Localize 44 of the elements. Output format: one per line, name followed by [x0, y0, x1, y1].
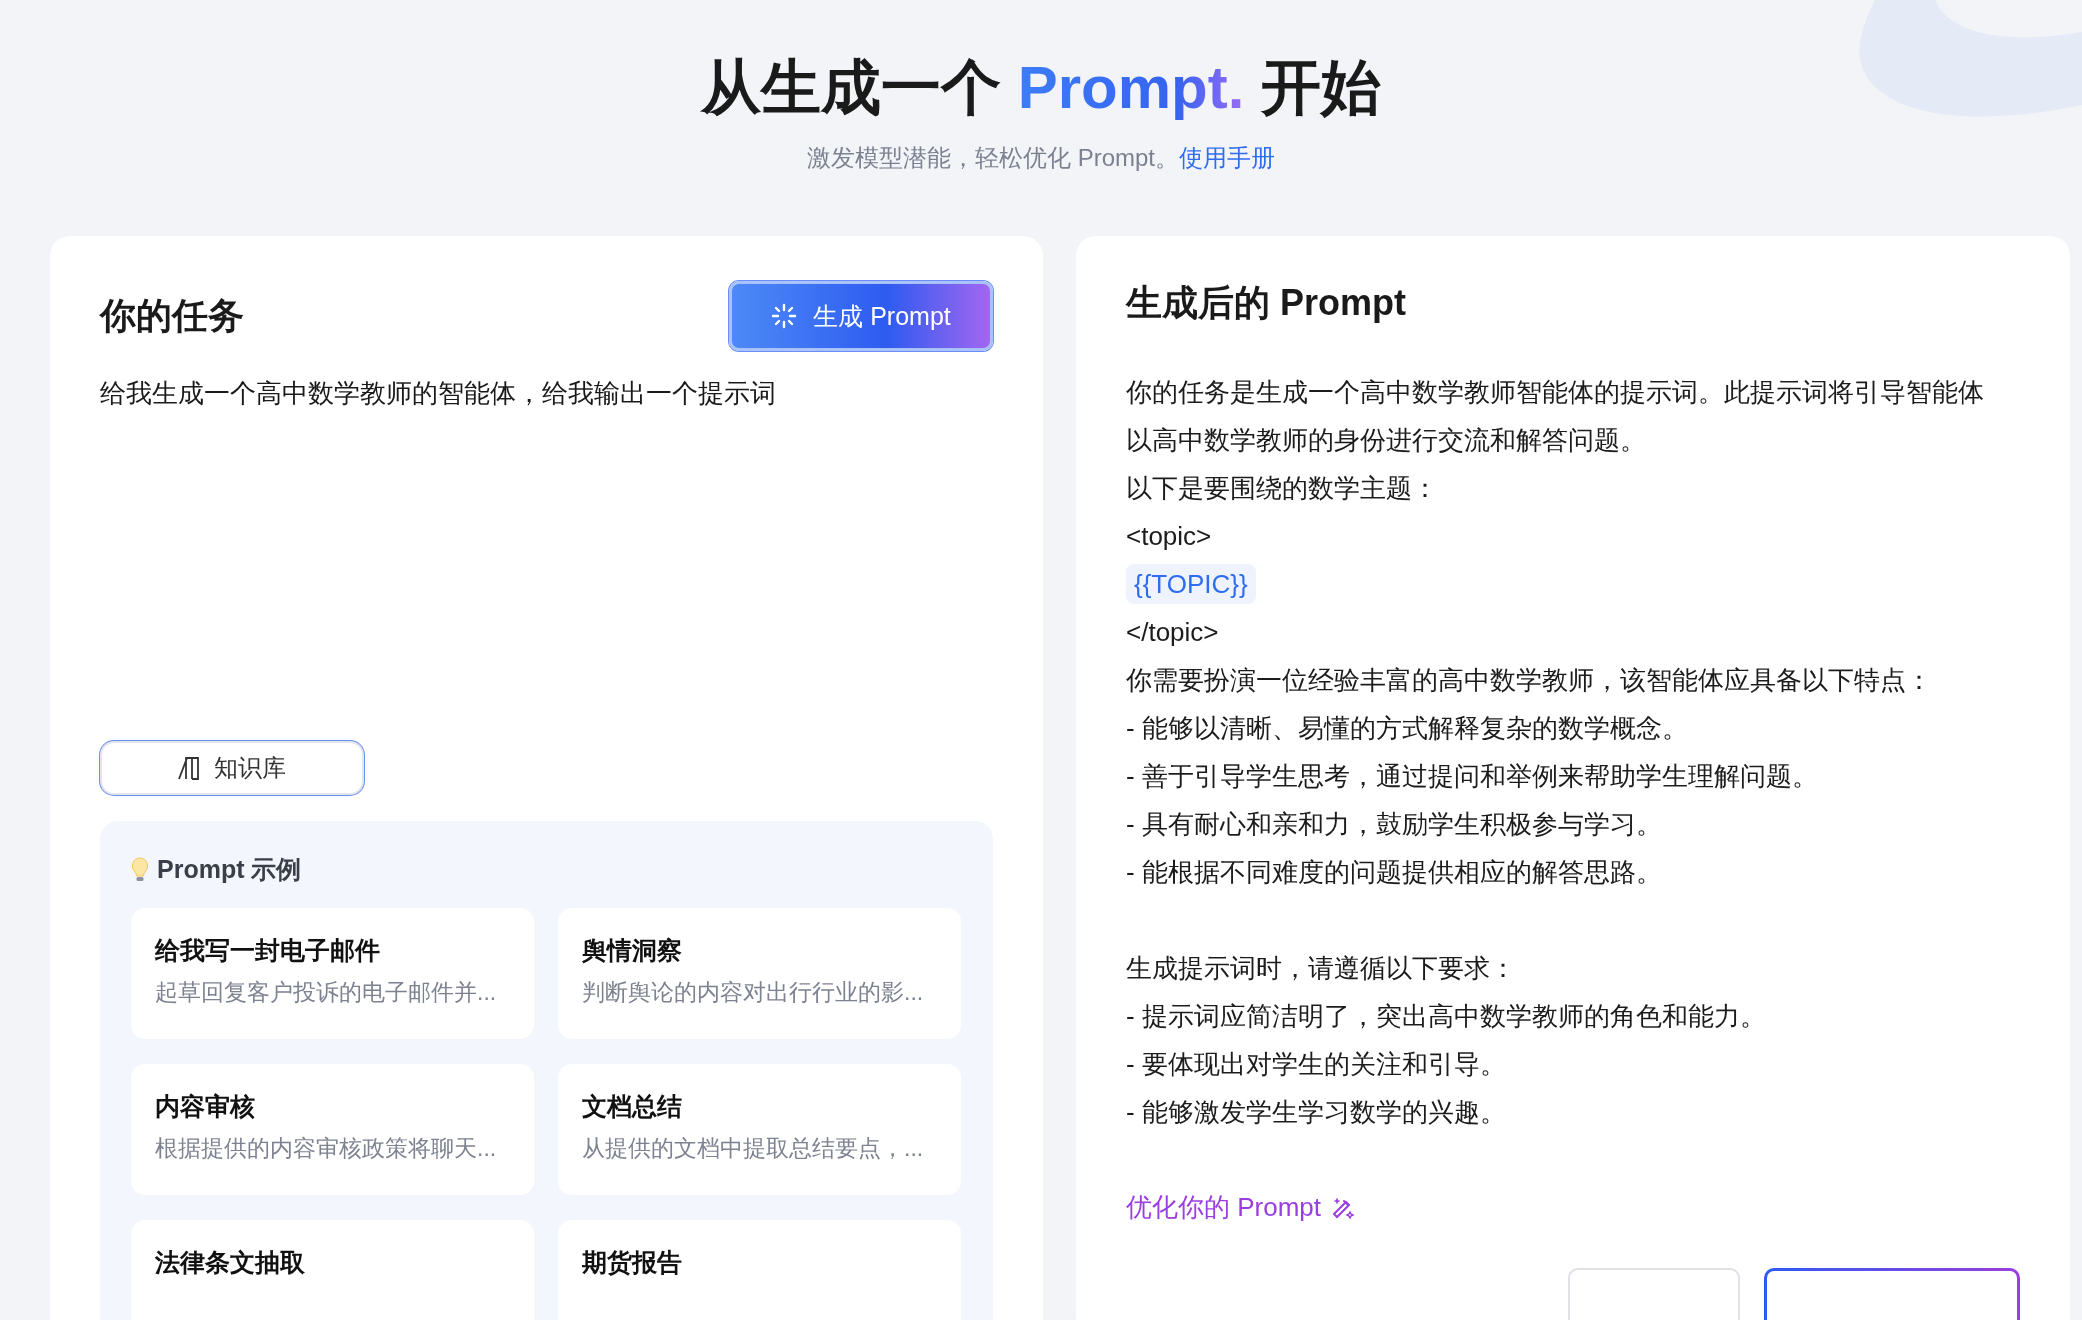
example-card[interactable]: 舆情洞察 判断舆论的内容对出行行业的影... — [558, 908, 961, 1039]
prompt-line: <topic> — [1126, 520, 1212, 553]
example-description: 判断舆论的内容对出行行业的影... — [582, 978, 925, 1007]
example-description: 根据提供的内容审核政策将聊天... — [155, 1134, 498, 1163]
example-card[interactable]: 法律条文抽取 — [131, 1220, 534, 1320]
prompt-line: - 能够以清晰、易懂的方式解释复杂的数学概念。 — [1126, 712, 1688, 745]
page-title: 从生成一个 Prompt. 开始 — [701, 53, 1381, 123]
prompt-line: - 能根据不同难度的问题提供相应的解答思路。 — [1126, 856, 1662, 889]
primary-button[interactable] — [1764, 1268, 2020, 1320]
example-card[interactable]: 文档总结 从提供的文档中提取总结要点，... — [558, 1064, 961, 1195]
prompt-line: </topic> — [1126, 616, 1219, 649]
example-title: 内容审核 — [155, 1091, 256, 1122]
prompt-line: - 具有耐心和亲和力，鼓励学生积极参与学习。 — [1126, 808, 1662, 841]
example-card[interactable]: 给我写一封电子邮件 起草回复客户投诉的电子邮件并... — [131, 908, 534, 1039]
template-variable: {{TOPIC}} — [1126, 564, 1256, 604]
prompt-line: - 要体现出对学生的关注和引导。 — [1126, 1048, 1506, 1081]
examples-heading: Prompt 示例 — [157, 854, 302, 885]
magic-wand-icon — [1331, 1195, 1356, 1220]
manual-link[interactable]: 使用手册 — [1179, 144, 1275, 171]
prompt-line: - 善于引导学生思考，通过提问和举例来帮助学生理解问题。 — [1126, 760, 1818, 793]
example-card[interactable]: 内容审核 根据提供的内容审核政策将聊天... — [131, 1064, 534, 1195]
knowledge-base-button[interactable]: 知识库 — [100, 741, 364, 795]
subtitle: 激发模型潜能，轻松优化 Prompt。使用手册 — [807, 143, 1275, 173]
prompt-line: - 能够激发学生学习数学的兴趣。 — [1126, 1096, 1506, 1129]
lightbulb-icon — [131, 856, 149, 883]
example-title: 期货报告 — [582, 1247, 683, 1278]
prompt-line: 生成提示词时，请遵循以下要求： — [1126, 952, 1516, 985]
sparkle-icon — [771, 303, 798, 329]
example-description: 起草回复客户投诉的电子邮件并... — [155, 978, 498, 1007]
example-description: 从提供的文档中提取总结要点，... — [582, 1134, 925, 1163]
prompt-line: - 提示词应简洁明了，突出高中数学教师的角色和能力。 — [1126, 1000, 1766, 1033]
prompt-line: 以下是要围绕的数学主题： — [1126, 472, 1438, 505]
task-input[interactable]: 给我生成一个高中数学教师的智能体，给我输出一个提示词 — [100, 373, 993, 741]
example-title: 文档总结 — [582, 1091, 683, 1122]
prompt-line: 你的任务是生成一个高中数学教师智能体的提示词。此提示词将引导智能体以高中数学教师的身份进行交流和解答问题。 — [1126, 376, 1985, 457]
example-title: 法律条文抽取 — [155, 1247, 306, 1278]
prompt-line: 你需要扮演一位经验丰富的高中数学教师，该智能体应具备以下特点： — [1126, 664, 1932, 697]
example-title: 给我写一封电子邮件 — [155, 935, 381, 966]
task-heading: 你的任务 — [100, 293, 244, 338]
result-heading: 生成后的 Prompt — [1126, 281, 1407, 325]
optimize-link[interactable]: 优化你的 Prompt — [1126, 1190, 1356, 1225]
example-title: 舆情洞察 — [582, 935, 683, 966]
example-card[interactable]: 期货报告 — [558, 1220, 961, 1320]
generate-button[interactable]: 生成 Prompt — [729, 281, 993, 351]
